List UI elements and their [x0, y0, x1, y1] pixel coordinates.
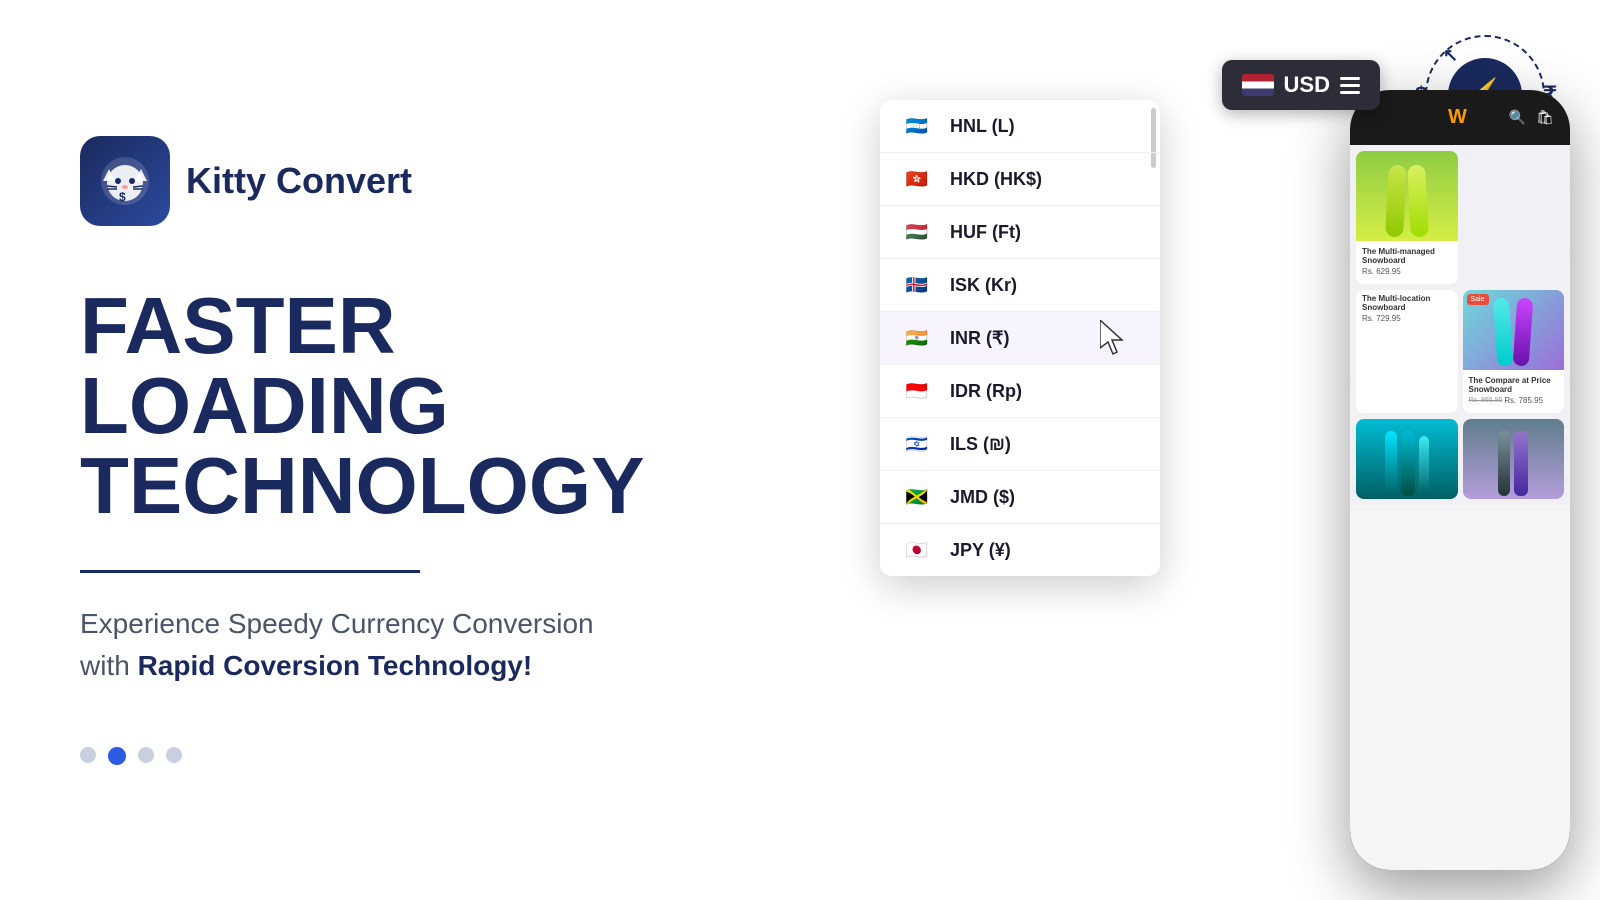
phone-logo: W	[1448, 106, 1467, 129]
dot-3[interactable]	[138, 747, 154, 763]
flag-hkd: 🇭🇰	[898, 166, 936, 192]
currency-jmd: JMD ($)	[950, 487, 1015, 508]
arrow-top-left-icon: ↖	[1443, 45, 1458, 66]
phone-app-header: W 🔍 🛍	[1350, 90, 1570, 145]
flag-jpy: 🇯🇵	[898, 537, 936, 563]
product-image-ski1	[1356, 419, 1458, 499]
flag-inr: 🇮🇳	[898, 325, 936, 351]
product-price-1: Rs. 629.95	[1362, 267, 1452, 276]
dropdown-item-jmd[interactable]: 🇯🇲 JMD ($)	[880, 471, 1160, 524]
product-price-3: Rs. 729.95	[1362, 314, 1452, 323]
dot-4[interactable]	[166, 747, 182, 763]
product-grid-row3	[1350, 419, 1570, 505]
flag-hnl: 🇭🇳	[898, 113, 936, 139]
product-image-ski2	[1463, 419, 1565, 499]
flag-jmd: 🇯🇲	[898, 484, 936, 510]
product-info-1: The Multi-managed Snowboard Rs. 629.95	[1356, 241, 1458, 284]
currency-isk: ISK (Kr)	[950, 275, 1017, 296]
currency-code: USD	[1284, 72, 1330, 98]
dot-1[interactable]	[80, 747, 96, 763]
dropdown-item-ils[interactable]: 🇮🇱 ILS (₪)	[880, 418, 1160, 471]
currency-selector[interactable]: USD	[1222, 60, 1380, 110]
phone-header-icons: 🔍 🛍	[1509, 109, 1554, 126]
dropdown-item-isk[interactable]: 🇮🇸 ISK (Kr)	[880, 259, 1160, 312]
dropdown-item-jpy[interactable]: 🇯🇵 JPY (¥)	[880, 524, 1160, 576]
dropdown-item-hkd[interactable]: 🇭🇰 HKD (HK$)	[880, 153, 1160, 206]
product-card-3[interactable]: The Multi-location Snowboard Rs. 729.95	[1356, 290, 1458, 413]
currency-dropdown[interactable]: 🇭🇳 HNL (L) 🇭🇰 HKD (HK$) 🇭🇺 HUF (Ft) 🇮🇸 I…	[880, 100, 1160, 576]
currency-ils: ILS (₪)	[950, 434, 1011, 455]
logo-area: $ Kitty Convert	[80, 136, 760, 226]
dropdown-item-huf[interactable]: 🇭🇺 HUF (Ft)	[880, 206, 1160, 259]
product-grid: The Multi-managed Snowboard Rs. 629.95	[1350, 145, 1570, 290]
product-grid-row2: The Multi-location Snowboard Rs. 729.95 …	[1350, 290, 1570, 419]
app-name: Kitty Convert	[186, 161, 412, 201]
subtext-bold: Rapid Coversion Technology!	[138, 650, 533, 681]
phone-screen: W 🔍 🛍 The Multi-managed Snowboard Rs.	[1350, 90, 1570, 870]
divider	[80, 570, 420, 573]
currency-huf: HUF (Ft)	[950, 222, 1021, 243]
flag-idr: 🇮🇩	[898, 378, 936, 404]
currency-hkd: HKD (HK$)	[950, 169, 1042, 190]
headline-line2: TECHNOLOGY	[80, 441, 644, 530]
cursor-icon	[1100, 320, 1130, 356]
dropdown-item-hnl[interactable]: 🇭🇳 HNL (L)	[880, 100, 1160, 153]
subtext: Experience Speedy Currency Conversion wi…	[80, 603, 640, 687]
dot-2[interactable]	[108, 747, 126, 765]
product-image-1	[1356, 151, 1458, 241]
product-card-4[interactable]: Sale The Compare at Price Snowboard Rs. …	[1463, 290, 1565, 413]
search-icon[interactable]: 🔍	[1509, 109, 1526, 126]
flag-ils: 🇮🇱	[898, 431, 936, 457]
product-name-1: The Multi-managed Snowboard	[1362, 247, 1452, 265]
carousel-dots	[80, 747, 760, 765]
product-info-3: The Multi-location Snowboard Rs. 729.95	[1356, 290, 1458, 327]
product-info-4: The Compare at Price Snowboard Rs. 865.9…	[1463, 370, 1565, 413]
usd-flag	[1242, 74, 1274, 96]
dropdown-item-inr[interactable]: 🇮🇳 INR (₹)	[880, 312, 1160, 365]
product-card-1[interactable]: The Multi-managed Snowboard Rs. 629.95	[1356, 151, 1458, 284]
currency-hnl: HNL (L)	[950, 116, 1015, 137]
flag-isk: 🇮🇸	[898, 272, 936, 298]
product-card-ski2[interactable]	[1463, 419, 1565, 499]
flag-huf: 🇭🇺	[898, 219, 936, 245]
product-original-price: Rs. 865.95	[1469, 397, 1503, 404]
currency-jpy: JPY (¥)	[950, 540, 1011, 561]
headline-line1: FASTER LOADING	[80, 281, 449, 450]
product-card-2	[1463, 151, 1565, 284]
sale-badge: Sale	[1467, 294, 1489, 305]
left-section: $ Kitty Convert FASTER LOADING TECHNOLOG…	[0, 76, 840, 825]
product-name-4: The Compare at Price Snowboard	[1469, 376, 1559, 394]
headline: FASTER LOADING TECHNOLOGY	[80, 286, 760, 526]
cart-icon[interactable]: 🛍	[1536, 109, 1554, 126]
currency-idr: IDR (Rp)	[950, 381, 1022, 402]
product-card-ski1[interactable]	[1356, 419, 1458, 499]
app-logo-box: $	[80, 136, 170, 226]
hamburger-icon	[1340, 77, 1360, 94]
svg-text:$: $	[119, 190, 126, 204]
product-sale-price: Rs. 785.95	[1504, 396, 1543, 405]
kitty-logo-icon: $	[95, 151, 155, 211]
dropdown-item-idr[interactable]: 🇮🇩 IDR (Rp)	[880, 365, 1160, 418]
currency-inr: INR (₹)	[950, 328, 1009, 349]
right-section: $ ⚡ ₹ ↖ ↘ USD 🇭🇳 HNL (L) 🇭🇰 HKD (HK$)	[840, 0, 1600, 900]
product-name-3: The Multi-location Snowboard	[1362, 294, 1452, 312]
phone-mockup: W 🔍 🛍 The Multi-managed Snowboard Rs.	[1350, 90, 1570, 870]
